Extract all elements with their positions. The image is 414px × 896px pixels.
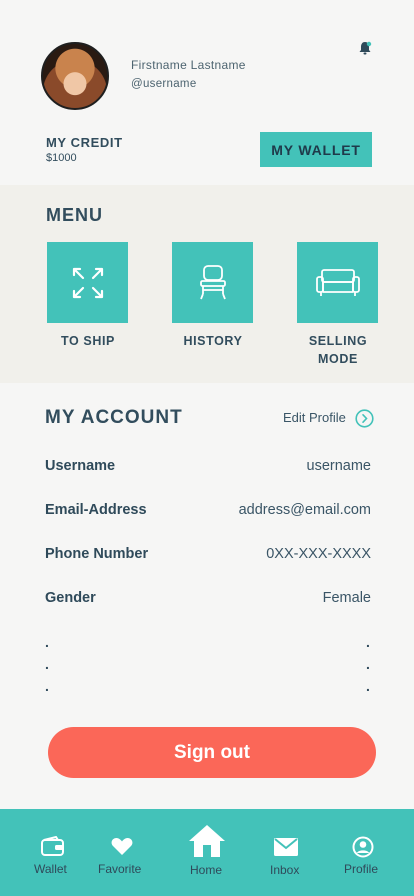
- nav-inbox-label: Inbox: [270, 863, 300, 877]
- nav-profile[interactable]: Profile: [340, 809, 386, 896]
- to-ship-label: TO SHIP: [61, 334, 115, 348]
- nav-favorite[interactable]: Favorite: [96, 809, 148, 896]
- nav-inbox[interactable]: Inbox: [266, 809, 306, 896]
- menu-title: MENU: [46, 205, 103, 225]
- email-value: address@email.com: [238, 502, 371, 518]
- my-wallet-button[interactable]: MY WALLET: [260, 132, 372, 167]
- ellipsis-dot: .: [366, 656, 370, 672]
- avatar[interactable]: [41, 42, 109, 110]
- email-label: Email-Address: [45, 502, 147, 518]
- home-icon: [189, 825, 225, 857]
- ellipsis-dot: .: [366, 634, 370, 650]
- username-value: username: [306, 458, 371, 474]
- ellipsis-dot: .: [45, 634, 49, 650]
- notification-bell-icon[interactable]: [357, 40, 373, 56]
- profile-name: Firstname Lastname: [131, 58, 246, 72]
- sofa-icon: [315, 268, 360, 296]
- edit-profile-link[interactable]: Edit Profile: [283, 410, 346, 425]
- gender-value: Female: [322, 590, 371, 606]
- nav-wallet[interactable]: Wallet: [28, 809, 78, 896]
- selling-mode-tile[interactable]: [297, 242, 378, 323]
- nav-home[interactable]: Home: [184, 809, 230, 896]
- nav-favorite-label: Favorite: [98, 862, 142, 876]
- chevron-right-circle-icon[interactable]: [355, 409, 374, 428]
- heart-icon: [111, 838, 133, 855]
- chair-icon: [199, 264, 226, 299]
- profile-username: @username: [131, 78, 197, 90]
- ellipsis-dot: .: [45, 678, 49, 694]
- envelope-icon: [274, 838, 298, 856]
- username-label: Username: [45, 458, 116, 474]
- gender-label: Gender: [45, 590, 96, 606]
- bottom-navigation: Wallet Favorite Home Inbox Profile: [0, 809, 414, 896]
- phone-value: 0XX-XXX-XXXX: [266, 546, 371, 562]
- credit-label: MY CREDIT: [46, 135, 123, 150]
- nav-home-label: Home: [190, 863, 223, 877]
- profile-icon: [352, 836, 374, 858]
- wallet-icon: [41, 836, 64, 856]
- credit-value: $1000: [46, 152, 77, 164]
- ellipsis-dot: .: [45, 656, 49, 672]
- phone-label: Phone Number: [45, 546, 149, 562]
- nav-profile-label: Profile: [344, 862, 379, 876]
- ellipsis-dot: .: [366, 678, 370, 694]
- to-ship-tile[interactable]: [47, 242, 128, 323]
- expand-arrows-icon: [72, 267, 103, 298]
- nav-wallet-label: Wallet: [34, 862, 67, 876]
- history-tile[interactable]: [172, 242, 253, 323]
- my-account-title: MY ACCOUNT: [45, 407, 183, 428]
- history-label: HISTORY: [183, 334, 243, 348]
- sign-out-button[interactable]: Sign out: [48, 727, 376, 778]
- selling-mode-label: SELLING MODE: [308, 334, 368, 366]
